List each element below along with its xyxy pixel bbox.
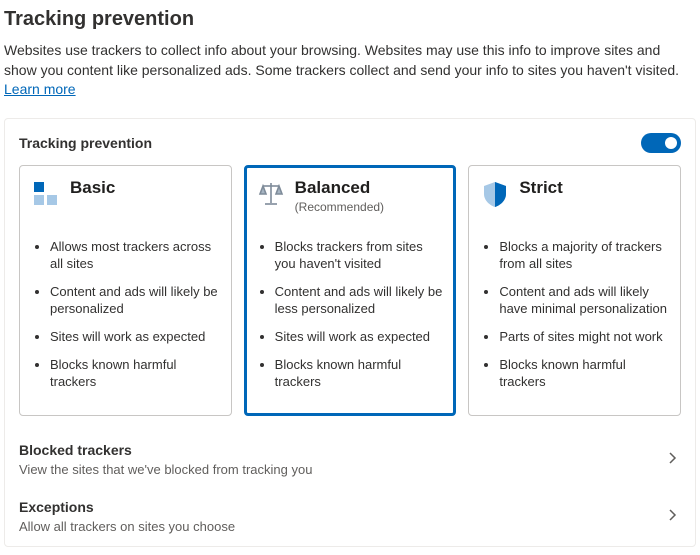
levels-group: Basic Allows most trackers across all si… <box>19 165 681 416</box>
exceptions-row[interactable]: Exceptions Allow all trackers on sites y… <box>19 491 681 542</box>
blocked-trackers-title: Blocked trackers <box>19 442 312 458</box>
level-bullet: Sites will work as expected <box>50 328 219 346</box>
level-card-basic[interactable]: Basic Allows most trackers across all si… <box>19 165 232 416</box>
level-bullet: Blocks a majority of trackers from all s… <box>499 238 668 273</box>
level-bullet: Blocks known harmful trackers <box>275 356 444 391</box>
level-bullet: Content and ads will likely be personali… <box>50 283 219 318</box>
exceptions-desc: Allow all trackers on sites you choose <box>19 519 235 534</box>
level-bullet: Blocks known harmful trackers <box>499 356 668 391</box>
toggle-knob <box>665 137 677 149</box>
balance-scale-icon <box>257 180 285 208</box>
level-bullet: Blocks trackers from sites you haven't v… <box>275 238 444 273</box>
page-description: Websites use trackers to collect info ab… <box>4 41 696 100</box>
section-head: Tracking prevention <box>19 133 681 153</box>
tracking-prevention-card: Tracking prevention Basic Allows m <box>4 118 696 547</box>
chevron-right-icon <box>665 451 679 468</box>
basic-icon <box>32 180 60 208</box>
level-card-strict[interactable]: Strict Blocks a majority of trackers fro… <box>468 165 681 416</box>
level-title-balanced: Balanced <box>295 178 384 198</box>
level-title-strict: Strict <box>519 178 562 198</box>
page-desc-text: Websites use trackers to collect info ab… <box>4 42 679 78</box>
level-bullet: Allows most trackers across all sites <box>50 238 219 273</box>
level-bullet: Content and ads will likely have minimal… <box>499 283 668 318</box>
blocked-trackers-row[interactable]: Blocked trackers View the sites that we'… <box>19 434 681 485</box>
tracking-toggle[interactable] <box>641 133 681 153</box>
level-bullet: Sites will work as expected <box>275 328 444 346</box>
level-sub-balanced: (Recommended) <box>295 200 384 214</box>
shield-icon <box>481 180 509 208</box>
page-title: Tracking prevention <box>4 8 696 31</box>
level-bullet: Blocks known harmful trackers <box>50 356 219 391</box>
level-card-balanced[interactable]: Balanced (Recommended) Blocks trackers f… <box>244 165 457 416</box>
learn-more-link[interactable]: Learn more <box>4 81 76 97</box>
section-title: Tracking prevention <box>19 135 152 151</box>
level-bullet: Content and ads will likely be less pers… <box>275 283 444 318</box>
level-bullet: Parts of sites might not work <box>499 328 668 346</box>
exceptions-title: Exceptions <box>19 499 235 515</box>
level-title-basic: Basic <box>70 178 115 198</box>
blocked-trackers-desc: View the sites that we've blocked from t… <box>19 462 312 477</box>
chevron-right-icon <box>665 508 679 525</box>
